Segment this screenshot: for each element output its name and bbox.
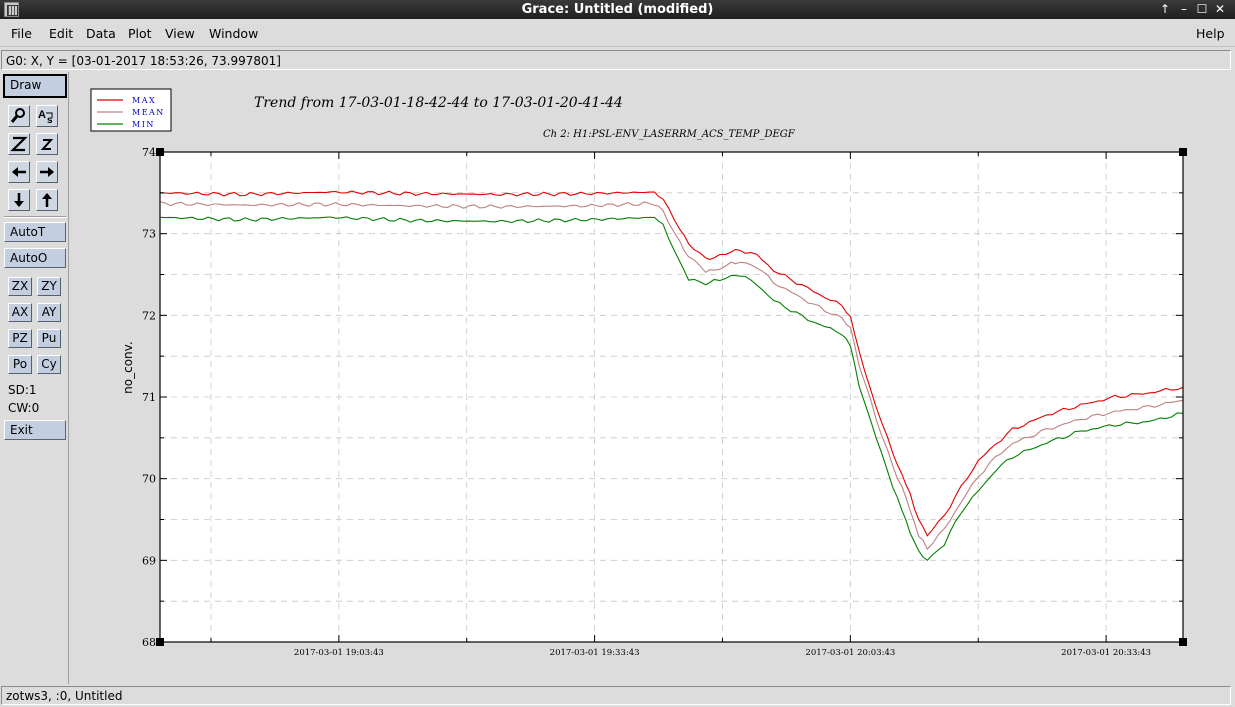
x-tick-label: 2017-03-01 20:03:43 <box>805 648 895 658</box>
autot-button[interactable]: AutoT <box>4 222 66 242</box>
maximize-icon[interactable]: ☐ <box>1194 1 1210 17</box>
drawing-canvas[interactable]: MAX MEAN MIN Trend from 17-03-01-18-42-44 … <box>70 72 1231 684</box>
y-tick-label: 69 <box>142 554 156 567</box>
legend-entry: MAX <box>132 96 156 105</box>
menu-data[interactable]: Data <box>86 26 116 41</box>
y-tick-label: 70 <box>142 473 156 486</box>
chart-title: Trend from 17-03-01-18-42-44 to 17-03-01… <box>254 95 623 111</box>
locator-readout: G0: X, Y = [03-01-2017 18:53:26, 73.9978… <box>1 50 1231 70</box>
y-axis-label: no_conv. <box>121 341 135 393</box>
cy-button[interactable]: Cy <box>37 355 61 374</box>
menu-window[interactable]: Window <box>209 26 258 41</box>
magnifier-icon[interactable] <box>8 105 30 127</box>
exit-button[interactable]: Exit <box>4 420 66 440</box>
menu-help[interactable]: Help <box>1196 26 1225 41</box>
minimize-icon[interactable]: – <box>1176 1 1192 17</box>
y-tick-label: 71 <box>142 391 156 404</box>
legend-entry: MEAN <box>132 108 165 117</box>
arrow-left-icon[interactable] <box>8 161 30 183</box>
x-tick-label: 2017-03-01 20:33:43 <box>1061 648 1151 658</box>
chart-subtitle: Ch 2: H1:PSL-ENV_LASERRM_ACS_TEMP_DEGF <box>543 129 796 140</box>
status-bar: zotws3, :0, Untitled <box>1 686 1231 705</box>
title-bar: Grace: Untitled (modified) ↑ – ☐ ✕ <box>0 0 1235 19</box>
arrow-up-icon[interactable] <box>36 189 58 211</box>
menu-edit[interactable]: Edit <box>49 26 73 41</box>
close-icon[interactable]: ✕ <box>1212 1 1228 17</box>
arrow-right-icon[interactable] <box>36 161 58 183</box>
zoom-out-icon[interactable] <box>36 133 58 155</box>
zx-button[interactable]: ZX <box>8 277 32 296</box>
svg-text:A: A <box>38 109 46 121</box>
raise-window-icon[interactable]: ↑ <box>1157 1 1173 17</box>
pz-button[interactable]: PZ <box>8 329 32 348</box>
x-tick-label: 2017-03-01 19:03:43 <box>294 648 384 658</box>
window-title: Grace: Untitled (modified) <box>521 2 714 17</box>
menu-bar: File Edit Data Plot View Window Help <box>0 19 1235 47</box>
tool-panel: Draw As AutoT AutoO ZX ZY AX AY PZ Pu Po… <box>0 72 69 684</box>
legend-entry: MIN <box>132 120 155 129</box>
arrow-down-icon[interactable] <box>8 189 30 211</box>
menu-file[interactable]: File <box>11 26 32 41</box>
autoscale-text-icon[interactable]: As <box>36 105 58 127</box>
stack-depth-label: SD:1 <box>8 383 37 397</box>
current-world-label: CW:0 <box>8 401 40 415</box>
y-tick-label: 73 <box>142 228 156 241</box>
y-tick-label: 74 <box>142 146 156 159</box>
menu-view[interactable]: View <box>165 26 195 41</box>
menu-plot[interactable]: Plot <box>128 26 152 41</box>
x-tick-label: 2017-03-01 19:33:43 <box>550 648 640 658</box>
y-tick-label: 68 <box>142 636 156 649</box>
autoo-button[interactable]: AutoO <box>4 248 66 268</box>
po-button[interactable]: Po <box>8 355 32 374</box>
ay-button[interactable]: AY <box>37 303 61 322</box>
panel-divider <box>4 216 66 218</box>
draw-button[interactable]: Draw <box>3 74 67 98</box>
plot-graph[interactable]: MAX MEAN MIN Trend from 17-03-01-18-42-44 … <box>70 72 1231 684</box>
ax-button[interactable]: AX <box>8 303 32 322</box>
y-tick-label: 72 <box>142 309 156 322</box>
zoom-in-icon[interactable] <box>8 133 30 155</box>
zy-button[interactable]: ZY <box>37 277 61 296</box>
pu-button[interactable]: Pu <box>37 329 61 348</box>
